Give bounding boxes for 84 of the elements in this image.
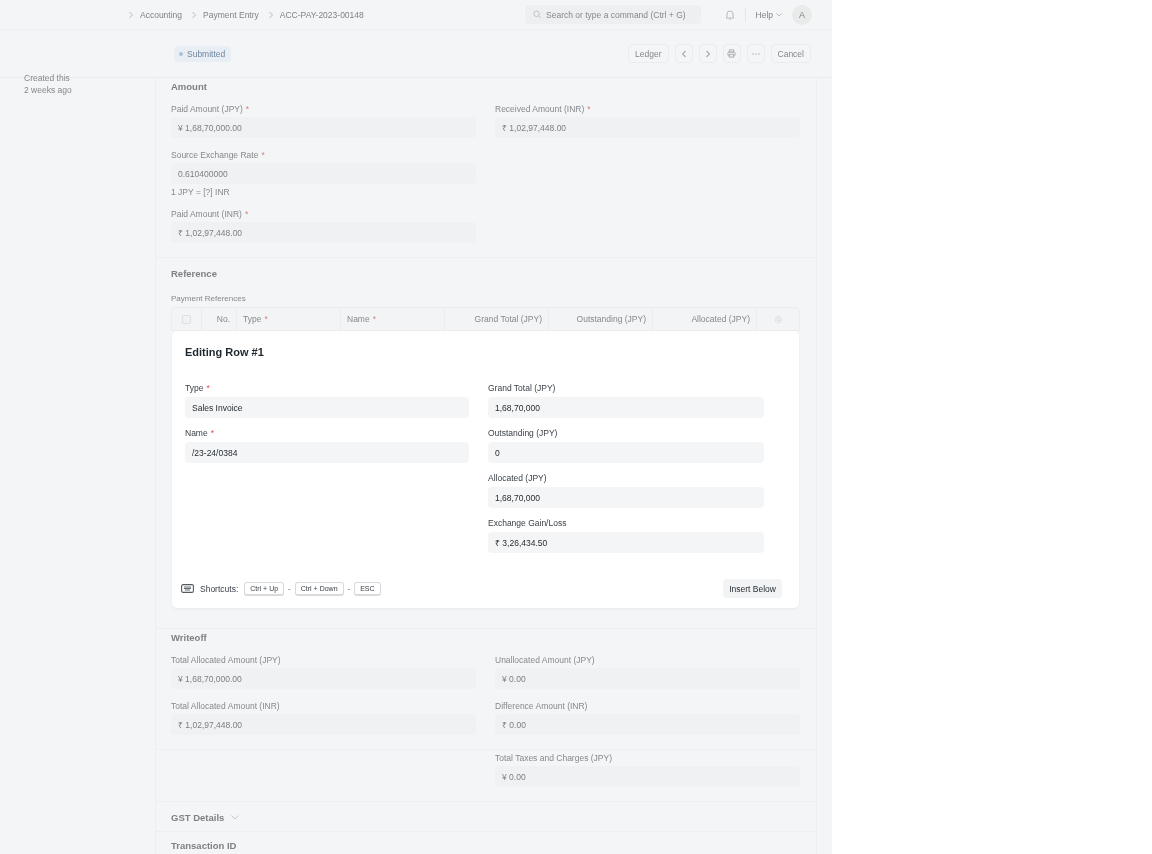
required-mark: * bbox=[206, 383, 210, 393]
input-field[interactable]: ¥ 1,68,70,000.00 bbox=[171, 668, 476, 689]
breadcrumb-link[interactable]: ACC-PAY-2023-00148 bbox=[279, 9, 364, 20]
required-mark: * bbox=[245, 104, 250, 114]
column-header: Outstanding (JPY) bbox=[576, 314, 646, 324]
dialog-title: Editing Row #1 bbox=[185, 346, 265, 358]
input-field[interactable]: ¥ 0.00 bbox=[495, 668, 800, 689]
field-label: Difference Amount (INR) bbox=[495, 701, 588, 711]
keyboard-icon bbox=[181, 584, 194, 593]
column-header: No. bbox=[216, 314, 230, 324]
section-title: Amount bbox=[171, 81, 208, 92]
input-field[interactable]: 0 bbox=[488, 442, 764, 463]
chevron-right-icon bbox=[191, 10, 198, 19]
action-button[interactable]: Cancel bbox=[770, 44, 811, 63]
input-field[interactable]: ₹ 3,26,434.50 bbox=[488, 532, 764, 553]
column-header: Allocated (JPY) bbox=[691, 314, 750, 324]
required-mark: * bbox=[372, 314, 376, 324]
field-label: Type bbox=[185, 383, 204, 393]
separator-text: - bbox=[347, 584, 351, 593]
required-mark: * bbox=[261, 150, 265, 160]
input-field[interactable]: 1,68,70,000 bbox=[488, 487, 764, 508]
input-field[interactable]: ₹ 1,02,97,448.00 bbox=[171, 222, 476, 243]
next-button[interactable] bbox=[698, 44, 717, 63]
sidebar-text: 2 weeks ago bbox=[24, 84, 73, 96]
field-label: Source Exchange Rate bbox=[171, 150, 259, 160]
section-title: Reference bbox=[171, 268, 218, 279]
field-description: 1 JPY = [?] INR bbox=[171, 187, 231, 197]
breadcrumb-link[interactable]: Accounting bbox=[140, 9, 183, 20]
separator-text: - bbox=[288, 584, 291, 593]
field-label: Outstanding (JPY) bbox=[488, 428, 558, 438]
dot-icon bbox=[179, 51, 183, 56]
column-header: Name bbox=[347, 314, 370, 324]
insert-below-button[interactable]: Insert Below bbox=[723, 579, 782, 598]
field-label: Exchange Gain/Loss bbox=[488, 518, 567, 528]
chevron-right-icon bbox=[704, 49, 711, 58]
field-label: Grand Total (JPY) bbox=[488, 383, 556, 393]
print-icon bbox=[727, 49, 737, 58]
search-field[interactable]: Search or type a command (Ctrl + G) bbox=[524, 5, 701, 24]
input-field[interactable]: ₹ 1,02,97,448.00 bbox=[495, 117, 800, 138]
input-field[interactable]: 1,68,70,000 bbox=[488, 397, 764, 418]
field-label: Total Allocated Amount (INR) bbox=[171, 701, 280, 711]
field-label: Allocated (JPY) bbox=[488, 473, 547, 483]
required-mark: * bbox=[244, 209, 249, 219]
table-label: Payment References bbox=[171, 294, 247, 303]
section-title: Writeoff bbox=[171, 632, 208, 643]
required-mark: * bbox=[210, 428, 214, 438]
avatar[interactable]: A bbox=[792, 4, 812, 25]
field-label: Received Amount (INR) bbox=[495, 104, 585, 114]
settings-icon[interactable] bbox=[773, 314, 783, 324]
field-label: Name bbox=[185, 428, 208, 438]
chevron-left-icon bbox=[680, 49, 687, 58]
field-label: Paid Amount (JPY) bbox=[171, 104, 243, 114]
print-button[interactable] bbox=[722, 44, 741, 63]
input-field[interactable]: /23-24/0384 bbox=[185, 442, 469, 463]
action-button[interactable]: Ledger bbox=[628, 44, 669, 63]
chevron-right-icon bbox=[267, 10, 274, 19]
input-field[interactable]: ¥ 0.00 bbox=[495, 766, 800, 787]
required-mark: * bbox=[587, 104, 591, 114]
section-title: Transaction ID bbox=[171, 840, 238, 851]
chevron-right-icon bbox=[128, 10, 134, 19]
input-field[interactable]: Sales Invoice bbox=[185, 397, 469, 418]
section-toggle[interactable]: GST Details bbox=[171, 812, 800, 823]
input-field[interactable]: ₹ 1,02,97,448.00 bbox=[171, 714, 476, 735]
input-field[interactable]: ¥ 1,68,70,000.00 bbox=[171, 117, 476, 138]
column-header: Type bbox=[243, 314, 262, 324]
column-header: Grand Total (JPY) bbox=[474, 314, 542, 324]
bell-icon[interactable] bbox=[724, 9, 735, 20]
field-label: Total Allocated Amount (JPY) bbox=[171, 655, 281, 665]
more-button[interactable] bbox=[746, 44, 765, 63]
sidebar-text: Created this bbox=[24, 72, 71, 84]
status-text: Submitted bbox=[187, 48, 226, 59]
search-icon bbox=[532, 10, 541, 19]
caret-icon bbox=[776, 12, 782, 17]
previous-button[interactable] bbox=[674, 44, 693, 63]
chevron-down-icon bbox=[231, 815, 240, 820]
field-label: Unallocated Amount (JPY) bbox=[495, 655, 595, 665]
required-mark: * bbox=[264, 314, 268, 324]
input-field[interactable]: 0.610400000 bbox=[171, 163, 476, 184]
field-label: Paid Amount (INR) bbox=[171, 209, 242, 219]
shortcuts-label: Shortcuts: bbox=[200, 583, 239, 594]
breadcrumb-link[interactable]: Payment Entry bbox=[203, 9, 259, 20]
field-label: Total Taxes and Charges (JPY) bbox=[495, 753, 612, 763]
input-field[interactable]: ₹ 0.00 bbox=[495, 714, 800, 735]
help-menu[interactable]: Help bbox=[755, 9, 782, 20]
